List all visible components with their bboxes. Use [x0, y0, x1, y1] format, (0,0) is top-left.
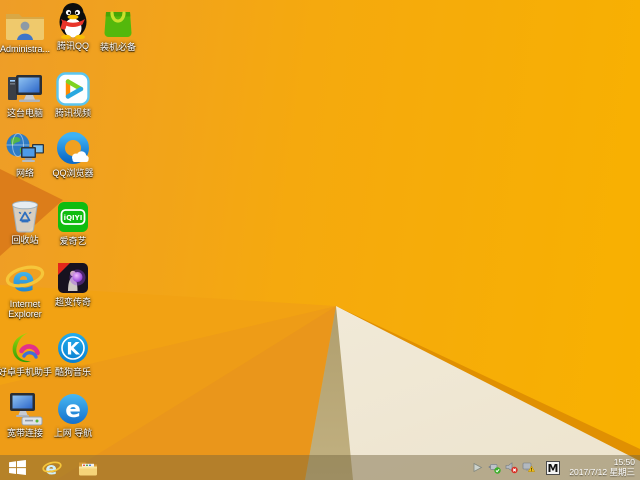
icon-label: 腾讯QQ: [57, 41, 89, 51]
clock-date: 2017/7/12 星期三: [569, 468, 635, 478]
icon-label: 爱奇艺: [59, 236, 86, 246]
speaker-muted-icon: [505, 461, 518, 474]
icon-label: 回收站: [11, 235, 38, 245]
kugou-music-icon: K: [56, 331, 90, 365]
icon-label: 上网 导航: [54, 428, 93, 438]
icon-label: QQ浏览器: [52, 168, 93, 178]
svg-text:e: e: [65, 397, 81, 423]
tray-volume-muted[interactable]: [504, 460, 518, 476]
start-button[interactable]: [2, 455, 32, 480]
tray-media-play[interactable]: [470, 460, 484, 476]
network-globe-icon: [5, 132, 45, 166]
desktop-icon-chaobian-chuanqi[interactable]: 超变传奇: [43, 259, 103, 307]
desktop-icon-web-navigation[interactable]: e 上网 导航: [43, 390, 103, 438]
icon-label: 腾讯视频: [55, 108, 91, 118]
taskbar-clock[interactable]: 15:50 2017/7/12 星期三: [569, 458, 635, 477]
icon-label: 装机必备: [100, 42, 136, 52]
haozhuo-logo-icon: [8, 331, 42, 365]
svg-text:K: K: [66, 340, 80, 360]
ime-m-icon: M: [546, 461, 560, 475]
desktop-screen: Administra... 腾讯QQ: [0, 0, 640, 480]
tray-usb-safely-remove[interactable]: [487, 460, 501, 476]
usb-device-icon: [488, 461, 501, 474]
icon-label: 网络: [16, 168, 34, 178]
windows-logo-icon: [9, 460, 26, 475]
qq-browser-icon: [56, 132, 90, 166]
taskbar: e: [0, 455, 640, 480]
svg-text:iQIYI: iQIYI: [64, 214, 83, 222]
computer-icon: [5, 74, 45, 106]
file-explorer-icon: [78, 459, 98, 476]
taskbar-internet-explorer[interactable]: e: [36, 455, 68, 480]
qq-penguin-icon: [56, 1, 90, 39]
icon-label: 宽带连接: [7, 428, 43, 438]
desktop-icon-kugou-music[interactable]: K 酷狗音乐: [43, 329, 103, 377]
green-bag-icon: [101, 5, 135, 40]
recycle-bin-icon: [8, 196, 42, 233]
desktop-icon-zhuangji-bibei[interactable]: 装机必备: [88, 4, 148, 52]
tencent-video-icon: [56, 72, 90, 106]
internet-explorer-icon: e: [42, 458, 62, 478]
play-icon: [472, 462, 483, 473]
user-folder-icon: [5, 9, 45, 42]
tray-ime-indicator[interactable]: M: [546, 460, 560, 476]
web-navigation-icon: e: [56, 392, 90, 426]
tray-network-warning[interactable]: [521, 460, 535, 476]
icon-label: 超变传奇: [55, 297, 91, 307]
game-icon: [56, 261, 90, 295]
icon-label: 酷狗音乐: [55, 367, 91, 377]
broadband-icon: [5, 392, 45, 426]
desktop-icon-tencent-video[interactable]: 腾讯视频: [43, 70, 103, 118]
internet-explorer-icon: e: [5, 260, 45, 297]
taskbar-file-explorer[interactable]: [72, 455, 104, 480]
iqiyi-icon: iQIYI: [56, 200, 90, 234]
system-tray: M 15:50 2017/7/12 星期三: [470, 455, 640, 480]
desktop-icon-qq-browser[interactable]: QQ浏览器: [43, 130, 103, 178]
network-warning-icon: [522, 461, 535, 474]
icon-label: 这台电脑: [7, 108, 43, 118]
desktop-icon-iqiyi[interactable]: iQIYI 爱奇艺: [43, 198, 103, 246]
svg-text:M: M: [548, 462, 559, 475]
